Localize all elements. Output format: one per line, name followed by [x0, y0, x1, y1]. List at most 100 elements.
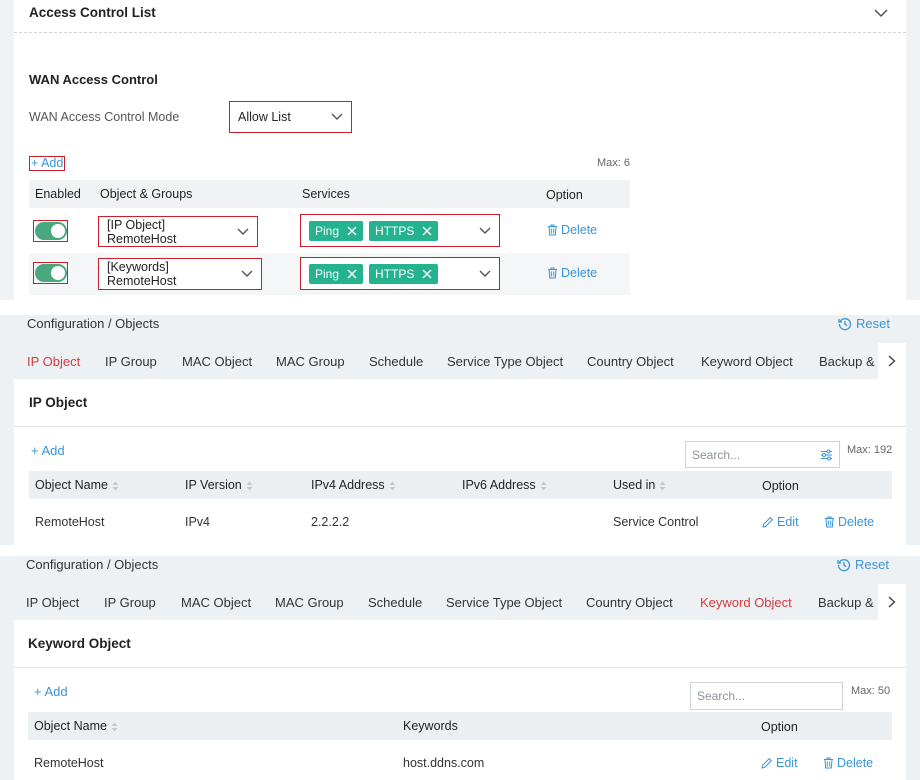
- search-placeholder: Search...: [692, 447, 741, 462]
- enabled-toggle[interactable]: [33, 262, 68, 284]
- chevron-down-icon: [479, 270, 491, 278]
- chevron-right-icon[interactable]: [878, 343, 906, 379]
- table-header: Object Name Keywords Option: [28, 712, 892, 740]
- tab-schedule[interactable]: Schedule: [368, 584, 422, 622]
- wan-section-title: WAN Access Control: [29, 72, 158, 87]
- edit-button[interactable]: Edit: [762, 515, 799, 529]
- trash-icon: [823, 757, 834, 769]
- service-tag-label: Ping: [315, 266, 340, 281]
- acl-card-header[interactable]: Access Control List: [14, 0, 906, 33]
- delete-button[interactable]: Delete: [823, 756, 873, 770]
- col-object-name[interactable]: Object Name: [35, 478, 119, 492]
- service-tag: Ping: [309, 263, 364, 284]
- tab-service-type-object[interactable]: Service Type Object: [447, 343, 563, 381]
- close-icon[interactable]: [347, 226, 357, 236]
- object-select-value: [Keywords] RemoteHost: [107, 260, 177, 288]
- delete-button[interactable]: Delete: [824, 515, 874, 529]
- table-row: RemoteHost IPv4 2.2.2.2 Service Control …: [29, 500, 892, 542]
- col-label: Object Name: [35, 478, 108, 492]
- tab-country-object[interactable]: Country Object: [587, 343, 674, 381]
- edit-label: Edit: [776, 756, 798, 770]
- keyword-object-panel: Configuration / Objects Reset IP Object …: [0, 556, 920, 780]
- col-option: Option: [761, 720, 798, 734]
- tab-backup[interactable]: Backup & I: [819, 343, 879, 381]
- pencil-icon: [761, 757, 773, 769]
- add-button[interactable]: + Add: [31, 443, 65, 458]
- tab-ip-object[interactable]: IP Object: [14, 343, 94, 383]
- services-select[interactable]: Ping HTTPS: [300, 214, 500, 247]
- col-object-groups: Object & Groups: [100, 187, 193, 201]
- chevron-up-icon[interactable]: [874, 8, 888, 18]
- close-icon[interactable]: [422, 226, 432, 236]
- tab-ip-object[interactable]: IP Object: [26, 584, 79, 622]
- chevron-down-icon: [237, 228, 249, 236]
- trash-icon: [547, 224, 558, 236]
- tab-mac-group[interactable]: MAC Group: [275, 584, 344, 622]
- acl-max-label: Max: 6: [597, 157, 631, 169]
- chevron-right-icon[interactable]: [878, 584, 906, 620]
- col-label: IP Version: [185, 478, 242, 492]
- delete-button[interactable]: Delete: [547, 266, 597, 280]
- col-option: Option: [762, 479, 799, 493]
- panel-separator: [0, 545, 920, 556]
- col-ipv6-address[interactable]: IPv6 Address: [462, 478, 547, 492]
- sort-icon: [659, 481, 666, 491]
- history-icon: [838, 317, 852, 331]
- sort-icon: [246, 481, 253, 491]
- trash-icon: [824, 516, 835, 528]
- tab-ip-group[interactable]: IP Group: [105, 343, 157, 381]
- close-icon[interactable]: [347, 269, 357, 279]
- services-tags: Ping HTTPS: [309, 263, 439, 284]
- divider: [14, 426, 906, 427]
- services-select[interactable]: Ping HTTPS: [300, 257, 500, 290]
- add-button[interactable]: + Add: [34, 684, 68, 699]
- col-object-name[interactable]: Object Name: [34, 719, 118, 733]
- acl-add-button[interactable]: + Add: [29, 156, 66, 171]
- tab-backup[interactable]: Backup & I: [818, 584, 878, 622]
- cell-keywords: host.ddns.com: [403, 756, 485, 770]
- cell-object-name: RemoteHost: [35, 515, 105, 529]
- tab-service-type-object[interactable]: Service Type Object: [446, 584, 562, 622]
- acl-table-header: Enabled Object & Groups Services Option: [29, 180, 630, 208]
- object-select[interactable]: [IP Object] RemoteHost: [98, 216, 258, 247]
- enabled-toggle[interactable]: [33, 220, 68, 242]
- tab-mac-object[interactable]: MAC Object: [182, 343, 252, 381]
- col-option: Option: [546, 188, 583, 202]
- ip-object-panel: Configuration / Objects Reset IP Object …: [0, 315, 920, 545]
- divider: [14, 667, 906, 668]
- wan-mode-value: Allow List: [238, 110, 291, 124]
- delete-button[interactable]: Delete: [547, 223, 597, 237]
- tab-mac-group[interactable]: MAC Group: [276, 343, 345, 381]
- panel-separator: [0, 300, 920, 315]
- object-select[interactable]: [Keywords] RemoteHost: [98, 258, 262, 290]
- close-icon[interactable]: [422, 269, 432, 279]
- search-input[interactable]: Search...: [685, 441, 840, 468]
- tab-keyword-object[interactable]: Keyword Object: [701, 343, 793, 381]
- sort-icon: [111, 722, 118, 732]
- col-ip-version[interactable]: IP Version: [185, 478, 253, 492]
- filter-icon[interactable]: [820, 449, 833, 461]
- service-tag: HTTPS: [369, 263, 439, 284]
- search-input[interactable]: Search...: [690, 682, 843, 710]
- sort-icon: [389, 481, 396, 491]
- tab-keyword-object[interactable]: Keyword Object: [687, 584, 805, 624]
- reset-button[interactable]: Reset: [838, 316, 890, 331]
- acl-title: Access Control List: [29, 5, 156, 20]
- cell-used-in: Service Control: [613, 515, 699, 529]
- delete-label: Delete: [838, 515, 875, 529]
- tab-mac-object[interactable]: MAC Object: [181, 584, 251, 622]
- tab-country-object[interactable]: Country Object: [586, 584, 673, 622]
- history-icon: [837, 558, 851, 572]
- section-title: IP Object: [29, 395, 88, 410]
- edit-button[interactable]: Edit: [761, 756, 798, 770]
- tab-schedule[interactable]: Schedule: [369, 343, 423, 381]
- object-select-value: [IP Object] RemoteHost: [107, 217, 177, 246]
- section-title: Keyword Object: [28, 636, 131, 651]
- tab-ip-group[interactable]: IP Group: [104, 584, 156, 622]
- col-used-in[interactable]: Used in: [613, 478, 666, 492]
- reset-button[interactable]: Reset: [837, 557, 889, 572]
- keyword-object-content: Keyword Object + Add Search... Max: 50 O…: [14, 620, 906, 780]
- col-ipv4-address[interactable]: IPv4 Address: [311, 478, 396, 492]
- chevron-down-icon: [241, 270, 253, 278]
- wan-mode-select[interactable]: Allow List: [229, 101, 352, 133]
